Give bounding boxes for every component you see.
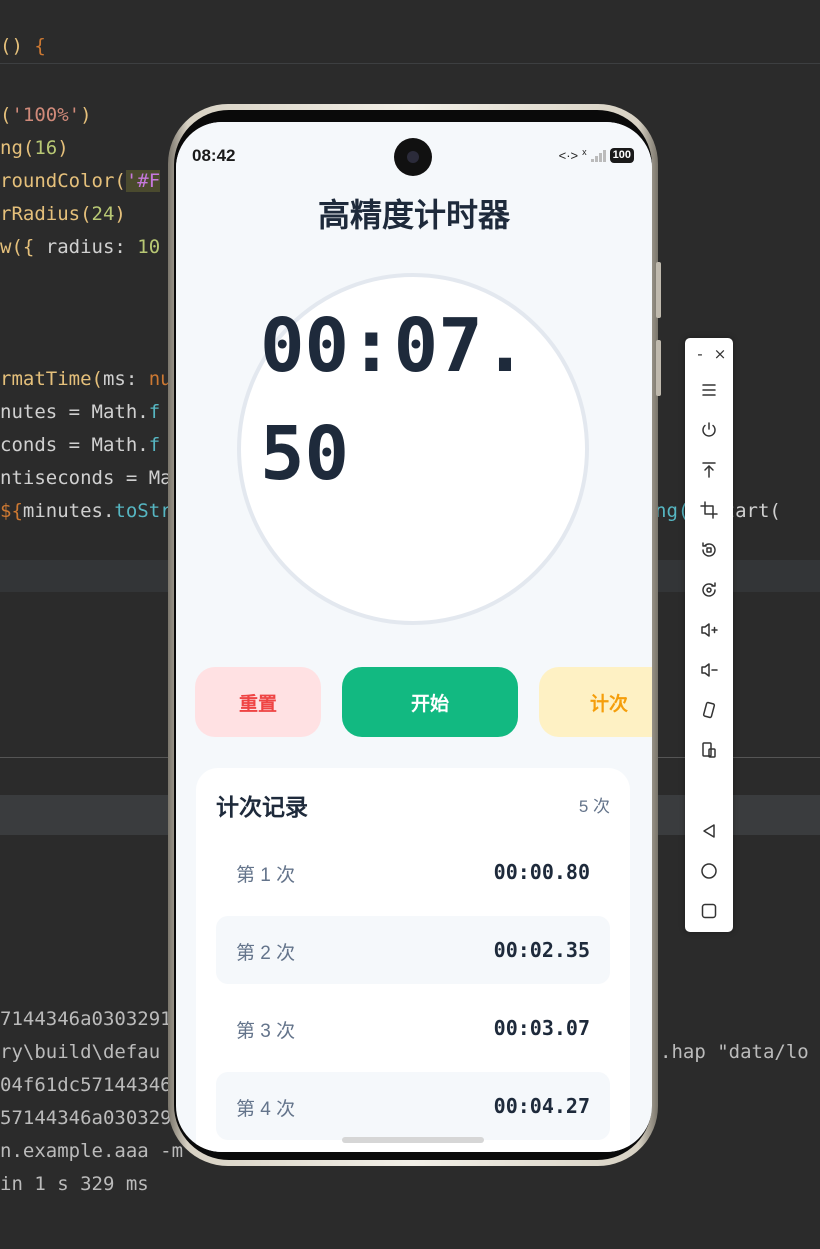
volume-up-icon[interactable] <box>696 617 722 643</box>
code-line: ng(16) <box>0 137 69 159</box>
code-line: conds = Math.f <box>0 434 161 456</box>
lap-row: 第 2 次 00:02.35 <box>216 916 610 984</box>
terminal-line: 57144346a030329 <box>0 1107 172 1129</box>
network-icon: <·> <box>558 148 579 163</box>
lap-time: 00:02.35 <box>493 938 590 962</box>
screenshot-icon[interactable] <box>696 577 722 603</box>
status-icons: <·> x 100 <box>558 146 634 163</box>
lap-time: 00:00.80 <box>493 860 590 884</box>
volume-down-icon[interactable] <box>696 657 722 683</box>
timer-display: 00:07.50 <box>260 303 528 497</box>
code-line: w({ radius: 10 <box>0 236 161 258</box>
signal-icon <box>590 149 606 162</box>
menu-icon[interactable] <box>696 377 722 403</box>
lap-label: 第 2 次 <box>236 943 296 964</box>
code-line: roundColor('#F <box>0 170 161 192</box>
power-icon[interactable] <box>696 417 722 443</box>
pin-top-icon[interactable] <box>696 457 722 483</box>
lap-label: 第 1 次 <box>236 865 296 886</box>
start-button[interactable]: 开始 <box>342 667 518 737</box>
lap-row: 第 3 次 00:03.07 <box>216 994 610 1062</box>
lap-row: 第 1 次 00:00.80 <box>216 838 610 906</box>
no-sim-icon: x <box>582 146 587 157</box>
ide-divider <box>0 63 820 64</box>
volume-side-button <box>656 262 661 318</box>
code-line: rmatTime(ms: nu <box>0 368 172 390</box>
front-camera <box>394 138 432 176</box>
code-line: ('100%') <box>0 104 92 126</box>
close-button[interactable]: × <box>707 341 733 367</box>
reset-button[interactable]: 重置 <box>195 667 321 737</box>
terminal-line: 7144346a0303291 <box>0 1008 172 1030</box>
phone-screen: 08:42 <·> x 100 高精度计时器 00:07.50 重置 开始 计次… <box>176 122 652 1152</box>
status-time: 08:42 <box>192 146 236 165</box>
code-line: nutes = Math.f <box>0 401 161 423</box>
multi-screen-icon[interactable] <box>696 737 722 763</box>
back-icon[interactable] <box>696 818 722 844</box>
recents-icon[interactable] <box>696 898 722 924</box>
power-side-button <box>656 340 661 396</box>
terminal-line: .hap "data/lo <box>660 1041 809 1063</box>
fold-icon[interactable] <box>696 697 722 723</box>
code-line: ntiseconds = Ma <box>0 467 172 489</box>
lap-label: 第 3 次 <box>236 1021 296 1042</box>
lap-records-title: 计次记录 <box>216 794 308 820</box>
crop-icon[interactable] <box>696 497 722 523</box>
lap-time: 00:04.27 <box>493 1094 590 1118</box>
lap-time: 00:03.07 <box>493 1016 590 1040</box>
lap-row: 第 4 次 00:04.27 <box>216 1072 610 1140</box>
terminal-line: n.example.aaa -m <box>0 1140 184 1162</box>
emulator-toolbar: - × <box>685 338 733 932</box>
rotate-icon[interactable] <box>696 537 722 563</box>
code-line: ${minutes.toStr <box>0 500 172 522</box>
battery-icon: 100 <box>609 148 634 163</box>
lap-count-badge: 5 次 <box>578 797 610 816</box>
code-line: () { <box>0 35 46 57</box>
lap-label: 第 4 次 <box>236 1099 296 1120</box>
code-line: rRadius(24) <box>0 203 126 225</box>
terminal-line: in 1 s 329 ms <box>0 1173 149 1195</box>
lap-button[interactable]: 计次 <box>539 667 652 737</box>
home-icon[interactable] <box>696 858 722 884</box>
lap-records-card: 计次记录 5 次 第 1 次 00:00.80 第 2 次 00:02.35 第… <box>196 768 630 1152</box>
terminal-line: ry\build\defau <box>0 1041 161 1063</box>
page-title: 高精度计时器 <box>317 197 510 233</box>
status-bar: 08:42 <·> x 100 <box>176 122 652 176</box>
home-indicator[interactable] <box>342 1137 484 1143</box>
terminal-line: 04f61dc57144346 <box>0 1074 172 1096</box>
